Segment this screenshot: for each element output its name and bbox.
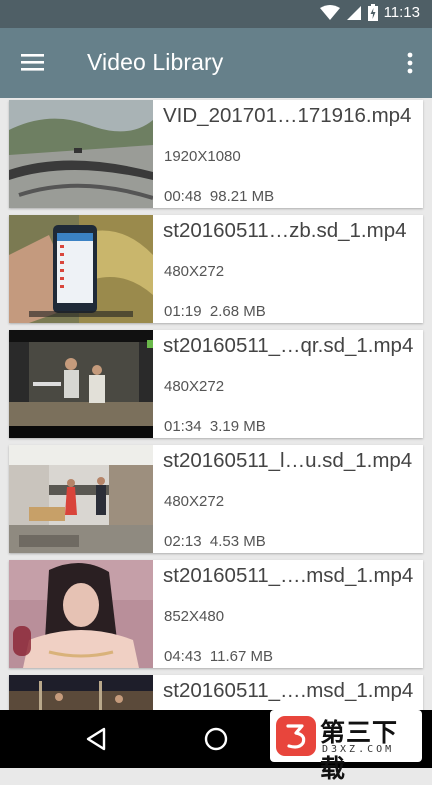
video-title: VID_201701…171916.mp4 [163, 104, 412, 127]
video-size: 4.53 MB [209, 533, 266, 550]
video-thumbnail [9, 445, 153, 553]
home-button[interactable] [203, 726, 229, 756]
menu-button[interactable] [18, 50, 50, 76]
video-meta: 01:19 2.68 MB [164, 303, 266, 320]
watermark-url: D3XZ.COM [322, 744, 395, 755]
video-title: st20160511_….msd_1.mp4 [163, 679, 414, 702]
video-size: 2.68 MB [209, 303, 266, 320]
video-resolution: 1920X1080 [164, 148, 241, 165]
video-title: st20160511_l…u.sd_1.mp4 [163, 449, 413, 472]
page-title: Video Library [87, 49, 224, 75]
video-title: st20160511…zb.sd_1.mp4 [163, 219, 407, 242]
signal-icon [346, 5, 361, 20]
more-options-button[interactable] [402, 48, 418, 78]
menu-icon [21, 54, 44, 71]
download-logo-icon [276, 716, 316, 756]
wifi-icon [319, 4, 340, 20]
video-list[interactable]: VID_201701…171916.mp4 1920X1080 00:48 98… [0, 98, 432, 710]
video-title: st20160511_….msd_1.mp4 [163, 564, 414, 587]
video-title: st20160511_…qr.sd_1.mp4 [163, 334, 414, 357]
home-icon [204, 727, 228, 751]
video-thumbnail [9, 560, 153, 668]
video-thumbnail [9, 330, 153, 438]
video-thumbnail [9, 100, 153, 208]
status-time: 11:13 [383, 4, 420, 21]
video-duration: 02:13 [164, 533, 202, 550]
video-thumbnail [9, 675, 153, 710]
back-button[interactable] [84, 726, 108, 756]
video-thumbnail [9, 215, 153, 323]
video-meta: 01:34 3.19 MB [164, 418, 266, 435]
watermark-logo: 第三下载 D3XZ.COM [270, 710, 422, 783]
video-list-item[interactable]: VID_201701…171916.mp4 1920X1080 00:48 98… [9, 100, 423, 208]
status-icons: 11:13 [319, 4, 420, 21]
battery-icon [367, 4, 378, 21]
video-resolution: 480X272 [164, 378, 225, 395]
video-resolution: 480X272 [164, 263, 225, 280]
back-icon [86, 727, 106, 751]
video-duration: 00:48 [164, 188, 202, 205]
status-bar: 11:13 [0, 0, 432, 28]
video-meta: 02:13 4.53 MB [164, 533, 266, 550]
video-meta: 04:43 11.67 MB [164, 648, 273, 665]
video-list-item[interactable]: st20160511_….msd_1.mp4 [9, 675, 423, 710]
video-list-item[interactable]: st20160511…zb.sd_1.mp4 480X272 01:19 2.6… [9, 215, 423, 323]
video-list-item[interactable]: st20160511_…qr.sd_1.mp4 480X272 01:34 3.… [9, 330, 423, 438]
more-vert-icon [407, 52, 413, 74]
video-meta: 00:48 98.21 MB [164, 188, 274, 205]
video-resolution: 852X480 [164, 608, 225, 625]
video-size: 98.21 MB [209, 188, 275, 205]
video-list-item[interactable]: st20160511_l…u.sd_1.mp4 480X272 02:13 4.… [9, 445, 423, 553]
video-duration: 01:19 [164, 303, 202, 320]
app-bar: Video Library [0, 28, 432, 98]
video-duration: 04:43 [164, 648, 202, 665]
video-resolution: 480X272 [164, 493, 225, 510]
video-duration: 01:34 [164, 418, 202, 435]
video-size: 11.67 MB [209, 648, 273, 665]
video-size: 3.19 MB [209, 418, 266, 435]
video-list-item[interactable]: st20160511_….msd_1.mp4 852X480 04:43 11.… [9, 560, 423, 668]
